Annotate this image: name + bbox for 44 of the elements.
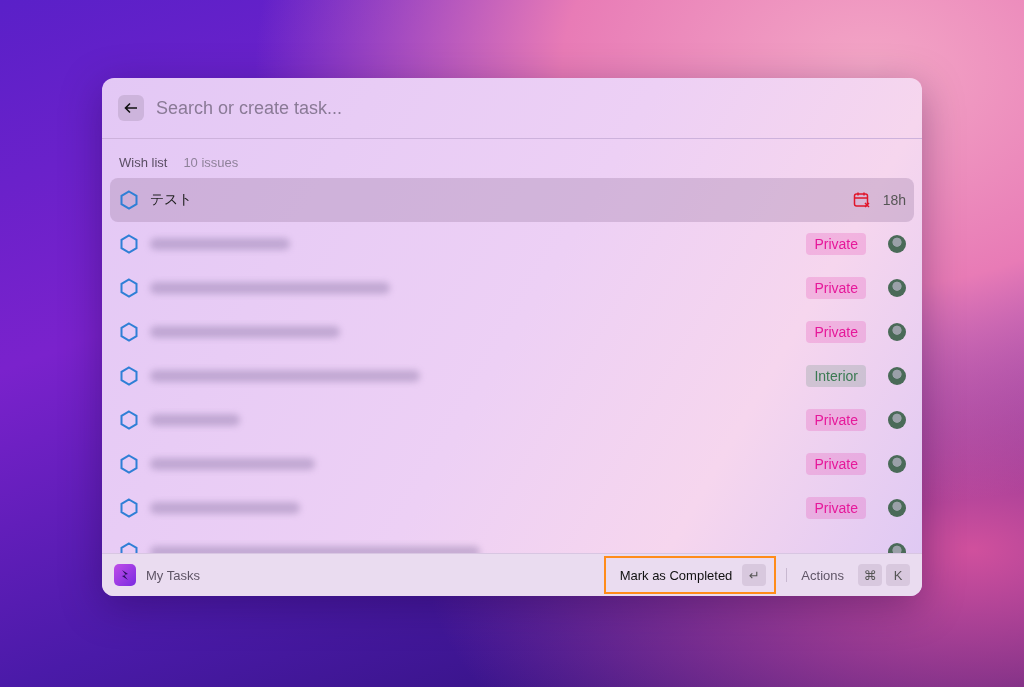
hexagon-icon — [120, 498, 138, 518]
avatar — [888, 367, 906, 385]
shortcut-key: K — [886, 564, 910, 586]
task-title: テスト — [150, 191, 192, 209]
task-row[interactable]: Interior — [110, 354, 914, 398]
task-label: Private — [806, 497, 866, 519]
hexagon-icon — [120, 322, 138, 342]
mark-completed-button[interactable]: Mark as Completed ↵ — [603, 556, 777, 594]
hexagon-icon — [120, 410, 138, 430]
task-row[interactable]: Private — [110, 222, 914, 266]
task-row[interactable]: Private — [110, 266, 914, 310]
task-label: Private — [806, 409, 866, 431]
task-label: Private — [806, 321, 866, 343]
hexagon-icon — [120, 454, 138, 474]
hexagon-icon — [120, 278, 138, 298]
hexagon-icon — [120, 190, 138, 210]
avatar — [888, 499, 906, 517]
hexagon-icon — [120, 234, 138, 254]
avatar — [888, 323, 906, 341]
task-label: Private — [806, 277, 866, 299]
avatar — [888, 235, 906, 253]
task-label: Private — [806, 233, 866, 255]
app-name: My Tasks — [146, 567, 201, 583]
avatar — [888, 411, 906, 429]
left-arrow-icon — [124, 102, 138, 114]
task-row[interactable]: Private — [110, 486, 914, 530]
task-row[interactable]: Private — [110, 442, 914, 486]
app-icon — [114, 564, 136, 586]
back-button[interactable] — [118, 95, 144, 121]
task-row[interactable]: Private — [110, 310, 914, 354]
shortcut-key: ⌘ — [858, 564, 882, 586]
due-time: 18h — [882, 192, 906, 208]
task-label: Private — [806, 453, 866, 475]
search-field[interactable]: Search or create task... — [154, 96, 906, 120]
task-row[interactable]: テスト 18h — [110, 178, 914, 222]
return-key: ↵ — [742, 564, 767, 586]
avatar — [888, 455, 906, 473]
avatar — [888, 279, 906, 297]
list-title: Wish list — [119, 155, 168, 170]
issue-count: 10 issues — [183, 155, 239, 170]
hexagon-icon — [120, 366, 138, 386]
task-row[interactable]: Private — [110, 398, 914, 442]
actions-button[interactable]: Actions — [797, 567, 848, 583]
task-label: Interior — [806, 365, 866, 387]
